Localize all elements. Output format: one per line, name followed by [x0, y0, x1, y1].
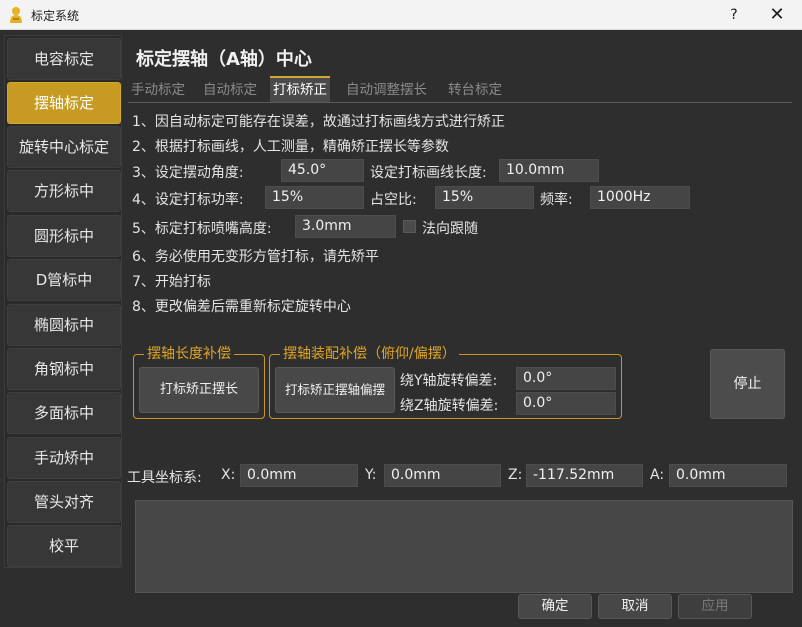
- step-2-text: 2、根据打标画线，人工测量，精确矫正摆长等参数: [132, 139, 449, 155]
- swing-assembly-compensation-group: 摆轴装配补偿（俯仰/偏摆） 打标矫正摆轴偏摆 绕Y轴旋转偏差: 0.0° 绕Z轴…: [269, 345, 622, 419]
- sidebar-item-tube-head-align[interactable]: 管头对齐: [7, 481, 121, 523]
- mark-line-length-label: 设定打标画线长度:: [370, 165, 487, 181]
- coord-y-value: 0.0mm: [384, 464, 501, 487]
- coord-z-label: Z:: [508, 467, 523, 483]
- tab-auto-calibration[interactable]: 自动标定: [200, 76, 260, 102]
- frequency-label: 频率:: [540, 192, 573, 208]
- sidebar-item-manual-correct[interactable]: 手动矫中: [7, 437, 121, 479]
- coord-z-value: -117.52mm: [526, 464, 643, 487]
- sidebar: 电容标定 摆轴标定 旋转中心标定 方形标中 圆形标中 D管标中 椭圆标中 角钢标…: [4, 35, 122, 568]
- swing-angle-input[interactable]: 45.0°: [281, 159, 364, 182]
- normal-follow-label: 法向跟随: [422, 221, 478, 237]
- title-bar: 标定系统 ? ✕: [0, 0, 802, 30]
- swing-length-compensation-group: 摆轴长度补偿 打标矫正摆长: [133, 345, 265, 419]
- tab-manual-calibration[interactable]: 手动标定: [128, 76, 188, 102]
- ok-button[interactable]: 确定: [518, 594, 592, 619]
- apply-button[interactable]: 应用: [678, 594, 752, 619]
- mark-correct-length-button[interactable]: 打标矫正摆长: [139, 367, 259, 413]
- z-rotation-offset-input[interactable]: 0.0°: [516, 392, 616, 415]
- y-rotation-offset-input[interactable]: 0.0°: [516, 367, 616, 390]
- coord-y-label: Y:: [365, 467, 377, 483]
- cancel-button[interactable]: 取消: [598, 594, 672, 619]
- frequency-input[interactable]: 1000Hz: [590, 186, 690, 209]
- tool-coordinate-label: 工具坐标系:: [127, 470, 202, 486]
- sidebar-item-ellipse-center[interactable]: 椭圆标中: [7, 304, 121, 346]
- help-button[interactable]: ?: [722, 4, 746, 26]
- nozzle-height-input[interactable]: 3.0mm: [295, 215, 396, 238]
- sidebar-item-square-center[interactable]: 方形标中: [7, 170, 121, 212]
- tab-mark-correction[interactable]: 打标矫正: [270, 76, 330, 102]
- mark-power-input[interactable]: 15%: [265, 186, 364, 209]
- window-title: 标定系统: [31, 9, 80, 23]
- mark-correct-yaw-button[interactable]: 打标矫正摆轴偏摆: [275, 367, 395, 413]
- coord-x-label: X:: [221, 467, 236, 483]
- mark-power-label: 4、设定打标功率:: [132, 192, 244, 208]
- swing-length-compensation-title: 摆轴长度补偿: [144, 345, 234, 363]
- swing-angle-label: 3、设定摆动角度:: [132, 165, 244, 181]
- app-icon: [10, 7, 22, 23]
- sidebar-item-angle-steel-center[interactable]: 角钢标中: [7, 348, 121, 390]
- page-title: 标定摆轴（A轴）中心: [136, 49, 312, 70]
- mark-line-length-input[interactable]: 10.0mm: [499, 159, 599, 182]
- sidebar-item-capacitance[interactable]: 电容标定: [7, 38, 121, 80]
- normal-follow-checkbox[interactable]: [403, 220, 416, 233]
- tab-auto-adjust-length[interactable]: 自动调整摆长: [343, 76, 430, 102]
- z-rotation-offset-label: 绕Z轴旋转偏差:: [400, 398, 499, 414]
- duty-cycle-input[interactable]: 15%: [435, 186, 534, 209]
- sidebar-item-rotation-center[interactable]: 旋转中心标定: [7, 126, 121, 168]
- step-1-text: 1、因自动标定可能存在误差，故通过打标画线方式进行矫正: [132, 114, 505, 130]
- stop-button[interactable]: 停止: [710, 349, 785, 419]
- step-8-text: 8、更改偏差后需重新标定旋转中心: [132, 299, 351, 315]
- tab-turntable-calibration[interactable]: 转台标定: [445, 76, 505, 102]
- coord-a-label: A:: [650, 467, 665, 483]
- step-7-text: 7、开始打标: [132, 274, 211, 290]
- coord-a-value: 0.0mm: [669, 464, 787, 487]
- nozzle-height-label: 5、标定打标喷嘴高度:: [132, 221, 272, 237]
- tab-divider: [128, 102, 792, 103]
- sidebar-item-swing-axis[interactable]: 摆轴标定: [7, 82, 121, 124]
- step-6-text: 6、务必使用无变形方管打标，请先矫平: [132, 249, 379, 265]
- log-output-area[interactable]: [135, 500, 793, 593]
- sidebar-item-round-center[interactable]: 圆形标中: [7, 215, 121, 257]
- swing-assembly-compensation-title: 摆轴装配补偿（俯仰/偏摆）: [280, 345, 459, 363]
- duty-cycle-label: 占空比:: [370, 192, 417, 208]
- y-rotation-offset-label: 绕Y轴旋转偏差:: [400, 373, 498, 389]
- close-button[interactable]: ✕: [764, 4, 790, 26]
- coord-x-value: 0.0mm: [240, 464, 358, 487]
- sidebar-item-d-tube-center[interactable]: D管标中: [7, 259, 121, 301]
- sidebar-item-polygon-center[interactable]: 多面标中: [7, 392, 121, 434]
- sidebar-item-leveling[interactable]: 校平: [7, 525, 121, 567]
